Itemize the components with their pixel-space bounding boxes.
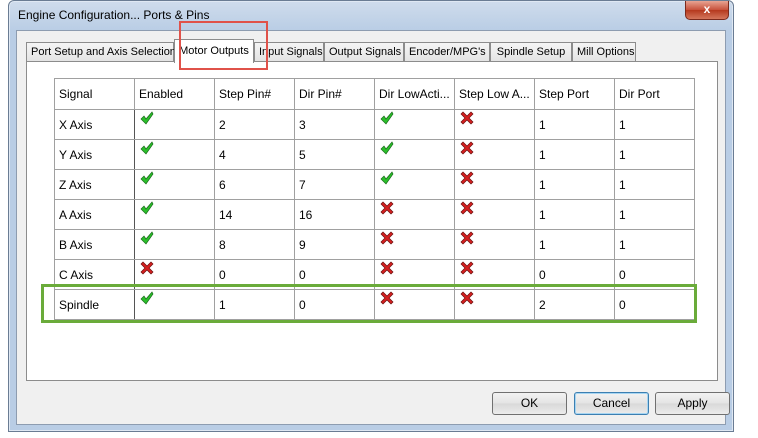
enabled-cell[interactable] (134, 139, 215, 170)
dir-pin-cell[interactable]: 16 (294, 199, 375, 230)
dir-low-active-cell[interactable] (374, 139, 455, 170)
signal-name-cell[interactable]: B Axis (54, 229, 135, 260)
checkmark-icon (140, 170, 154, 185)
cancel-button[interactable]: Cancel (574, 392, 649, 415)
step-pin-cell[interactable]: 2 (214, 109, 295, 140)
dir-low-active-cell[interactable] (374, 109, 455, 140)
step-port-cell[interactable]: 1 (534, 139, 615, 170)
dialog-body: Port Setup and Axis Selection Motor Outp… (16, 30, 730, 425)
step-low-active-cell[interactable] (454, 169, 535, 200)
dir-low-active-cell[interactable] (374, 169, 455, 200)
cross-icon (460, 231, 474, 244)
dialog-window: Engine Configuration... Ports & Pins x P… (8, 0, 734, 432)
signal-name-cell[interactable]: X Axis (54, 109, 135, 140)
dir-port-cell[interactable]: 1 (614, 139, 695, 170)
signal-name-cell[interactable]: Y Axis (54, 139, 135, 170)
step-port-cell[interactable]: 1 (534, 199, 615, 230)
signal-name-cell[interactable]: Z Axis (54, 169, 135, 200)
checkmark-icon (380, 110, 394, 125)
checkmark-icon (380, 140, 394, 155)
column-header[interactable]: Step Port (534, 78, 615, 110)
enabled-cell[interactable] (134, 109, 215, 140)
cross-icon (380, 231, 394, 244)
dir-pin-cell[interactable]: 9 (294, 229, 375, 260)
column-header[interactable]: Step Low A... (454, 78, 535, 110)
dir-low-active-cell[interactable] (374, 229, 455, 260)
tab-port-setup[interactable]: Port Setup and Axis Selection (26, 42, 176, 62)
column-header[interactable]: Dir Port (614, 78, 695, 110)
step-port-cell[interactable]: 1 (534, 109, 615, 140)
tab-output-signals[interactable]: Output Signals (324, 42, 404, 62)
dir-port-cell[interactable]: 1 (614, 229, 695, 260)
cross-icon (460, 201, 474, 214)
step-pin-cell[interactable]: 8 (214, 229, 295, 260)
cross-icon (460, 171, 474, 184)
dir-port-cell[interactable]: 1 (614, 169, 695, 200)
enabled-cell[interactable] (134, 199, 215, 230)
step-port-cell[interactable]: 1 (534, 169, 615, 200)
step-pin-cell[interactable]: 14 (214, 199, 295, 230)
table-row[interactable]: X Axis 2 3 1 1 (54, 109, 695, 140)
window-title: Engine Configuration... Ports & Pins (18, 8, 210, 22)
table-row[interactable]: Z Axis 6 7 1 1 (54, 169, 695, 200)
close-button[interactable]: x (685, 1, 729, 20)
table-row[interactable]: A Axis 14 16 1 1 (54, 199, 695, 230)
dir-pin-cell[interactable]: 3 (294, 109, 375, 140)
dir-low-active-cell[interactable] (374, 199, 455, 230)
table-header-row: Signal Enabled Step Pin# Dir Pin# Dir Lo… (54, 78, 695, 110)
column-header[interactable]: Step Pin# (214, 78, 295, 110)
column-header[interactable]: Dir LowActi... (374, 78, 455, 110)
dir-pin-cell[interactable]: 7 (294, 169, 375, 200)
motor-outputs-panel: Signal Enabled Step Pin# Dir Pin# Dir Lo… (26, 61, 718, 381)
column-header[interactable]: Dir Pin# (294, 78, 375, 110)
dir-port-cell[interactable]: 1 (614, 109, 695, 140)
dir-port-cell[interactable]: 1 (614, 199, 695, 230)
apply-button[interactable]: Apply (655, 392, 730, 415)
spindle-row-highlight (41, 284, 697, 323)
checkmark-icon (140, 230, 154, 245)
checkmark-icon (380, 170, 394, 185)
cross-icon (380, 201, 394, 214)
motor-outputs-tab-highlight (179, 21, 268, 70)
tab-mill-options[interactable]: Mill Options (572, 42, 636, 62)
enabled-cell[interactable] (134, 229, 215, 260)
title-bar[interactable]: Engine Configuration... Ports & Pins x (9, 1, 733, 31)
cross-icon (460, 111, 474, 124)
cross-icon (380, 261, 394, 274)
ok-button[interactable]: OK (492, 392, 567, 415)
checkmark-icon (140, 110, 154, 125)
enabled-cell[interactable] (134, 169, 215, 200)
tab-spindle-setup[interactable]: Spindle Setup (490, 42, 572, 62)
step-pin-cell[interactable]: 6 (214, 169, 295, 200)
step-low-active-cell[interactable] (454, 229, 535, 260)
column-header[interactable]: Signal (54, 78, 135, 110)
step-low-active-cell[interactable] (454, 139, 535, 170)
step-low-active-cell[interactable] (454, 109, 535, 140)
cross-icon (140, 261, 154, 274)
step-low-active-cell[interactable] (454, 199, 535, 230)
step-port-cell[interactable]: 1 (534, 229, 615, 260)
table-row[interactable]: Y Axis 4 5 1 1 (54, 139, 695, 170)
dir-pin-cell[interactable]: 5 (294, 139, 375, 170)
checkmark-icon (140, 200, 154, 215)
close-icon: x (703, 2, 711, 16)
column-header[interactable]: Enabled (134, 78, 215, 110)
cross-icon (460, 261, 474, 274)
tab-encoder-mpg[interactable]: Encoder/MPG's (404, 42, 490, 62)
table-row[interactable]: B Axis 8 9 1 1 (54, 229, 695, 260)
cross-icon (460, 141, 474, 154)
checkmark-icon (140, 140, 154, 155)
step-pin-cell[interactable]: 4 (214, 139, 295, 170)
signal-name-cell[interactable]: A Axis (54, 199, 135, 230)
